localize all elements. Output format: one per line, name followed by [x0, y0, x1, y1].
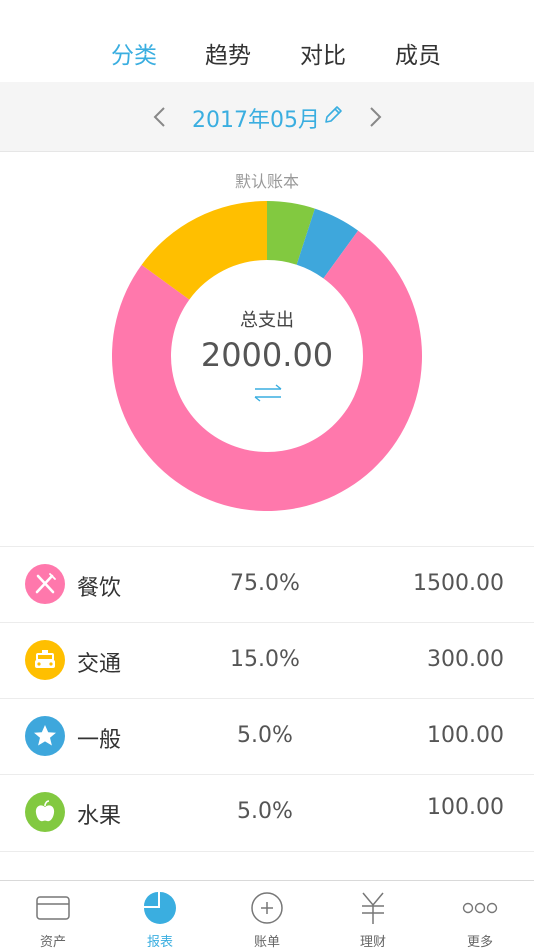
tab-label: 账单 — [253, 935, 280, 950]
tab-label: 报表 — [146, 935, 173, 950]
bottom-tab-bar: 资产 报表 账单 理财 更多 — [0, 880, 534, 950]
tab-assets[interactable]: 资产 — [0, 881, 106, 950]
category-row-fruit[interactable]: 水果 5.0% 100.00 — [0, 775, 534, 852]
category-row-transport[interactable]: 交通 15.0% 300.00 — [0, 623, 534, 699]
tab-label: 更多 — [466, 935, 493, 950]
month-label[interactable]: 2017年05月 — [192, 102, 320, 134]
tab-trend[interactable]: 趋势 — [205, 36, 251, 70]
tab-reports[interactable]: 报表 — [107, 881, 213, 950]
pencil-icon[interactable] — [322, 104, 344, 126]
add-circle-icon — [251, 892, 283, 924]
category-amount: 1500.00 — [413, 571, 504, 596]
category-name: 交通 — [77, 652, 122, 677]
total-expense-value: 2000.00 — [200, 336, 334, 374]
tab-bills[interactable]: 账单 — [214, 881, 320, 950]
next-month-icon[interactable] — [358, 100, 392, 134]
category-percent: 5.0% — [237, 723, 293, 748]
account-book-name: 默认账本 — [234, 172, 299, 191]
category-amount: 100.00 — [427, 723, 504, 748]
swap-icon[interactable] — [252, 384, 284, 402]
category-list: 餐饮 75.0% 1500.00 交通 15.0% 300.00 一般 5.0%… — [0, 546, 534, 852]
tab-members[interactable]: 成员 — [395, 36, 441, 70]
apple-icon — [25, 792, 65, 832]
tab-more[interactable]: 更多 — [427, 881, 533, 950]
star-icon — [25, 716, 65, 756]
category-name: 餐饮 — [77, 576, 122, 601]
card-icon — [36, 896, 70, 920]
prev-month-icon[interactable] — [144, 100, 178, 134]
tab-category[interactable]: 分类 — [111, 36, 157, 70]
category-amount: 300.00 — [427, 647, 504, 672]
taxi-icon — [25, 640, 65, 680]
category-percent: 15.0% — [230, 647, 300, 672]
pie-chart-icon — [144, 892, 176, 924]
report-tabs: 分类 趋势 对比 成员 — [0, 0, 534, 82]
month-selector: 2017年05月 — [0, 82, 534, 152]
category-name: 一般 — [77, 728, 122, 753]
yen-icon — [362, 892, 384, 924]
fork-knife-icon — [25, 564, 65, 604]
tab-label: 理财 — [359, 935, 386, 950]
total-expense-label: 总支出 — [240, 310, 294, 331]
tab-compare[interactable]: 对比 — [300, 36, 346, 70]
category-row-general[interactable]: 一般 5.0% 100.00 — [0, 699, 534, 775]
category-amount: 100.00 — [427, 795, 504, 820]
tab-finance[interactable]: 理财 — [320, 881, 426, 950]
more-dots-icon — [462, 902, 498, 914]
tab-label: 资产 — [39, 935, 66, 950]
category-row-dining[interactable]: 餐饮 75.0% 1500.00 — [0, 547, 534, 623]
category-percent: 75.0% — [230, 571, 300, 596]
category-name: 水果 — [77, 804, 122, 829]
category-percent: 5.0% — [237, 799, 293, 824]
